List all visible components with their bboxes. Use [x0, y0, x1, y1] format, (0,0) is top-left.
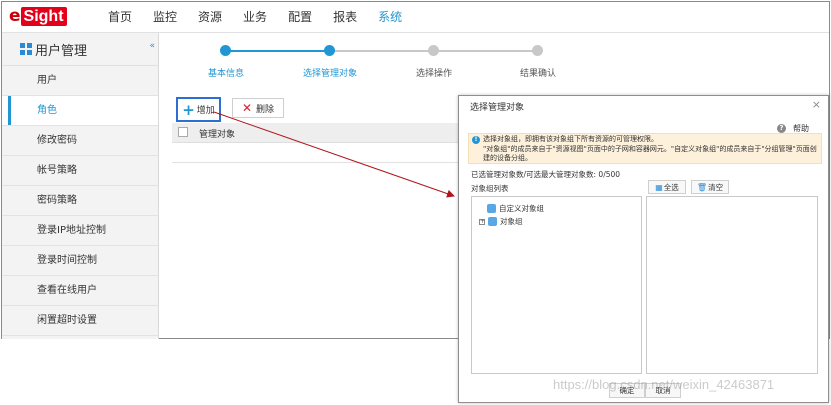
watermark: https://blog.csdn.net/weixin_42463871: [553, 377, 775, 392]
group-icon: [487, 204, 496, 213]
tree-item-label: 自定义对象组: [499, 204, 544, 213]
tree-item-custom-group[interactable]: 自定义对象组: [487, 203, 544, 214]
object-group-list-label: 对象组列表: [471, 184, 509, 193]
info-box: ! 选择对象组，即拥有该对象组下所有资源的可管理权限。 "对象组"的成员来自于"…: [468, 133, 822, 164]
group-icon: [488, 217, 497, 226]
info-icon: !: [472, 136, 480, 144]
select-all-icon: ▦: [655, 182, 663, 192]
selection-count: 已选管理对象数/可选最大管理对象数: 0/500: [471, 170, 621, 179]
clear-label: 清空: [708, 182, 724, 192]
selected-objects-panel[interactable]: [646, 196, 818, 374]
info-line-1: 选择对象组，即拥有该对象组下所有资源的可管理权限。: [483, 135, 658, 143]
clear-button[interactable]: 🗑 清空: [691, 180, 729, 194]
tree-item-label: 对象组: [500, 217, 523, 226]
close-icon[interactable]: ×: [812, 98, 821, 111]
info-line-2: "对象组"的成员来自于"资源视图"页面中的子网和容器网元。"自定义对象组"的成员…: [483, 144, 817, 153]
select-managed-object-dialog: 选择管理对象 × ? 帮助 ! 选择对象组，即拥有该对象组下所有资源的可管理权限…: [458, 95, 829, 403]
object-group-tree-panel[interactable]: 自定义对象组 + 对象组: [471, 196, 642, 374]
dialog-title: 选择管理对象: [470, 103, 525, 113]
tree-item-object-group[interactable]: + 对象组: [479, 216, 523, 227]
trash-icon: 🗑: [696, 182, 708, 192]
help-icon: ?: [777, 124, 786, 133]
expand-icon[interactable]: +: [479, 218, 485, 225]
select-all-button[interactable]: ▦ 全选: [648, 180, 686, 194]
select-all-label: 全选: [663, 182, 679, 192]
info-line-3: 建的设备分组。: [483, 154, 532, 162]
